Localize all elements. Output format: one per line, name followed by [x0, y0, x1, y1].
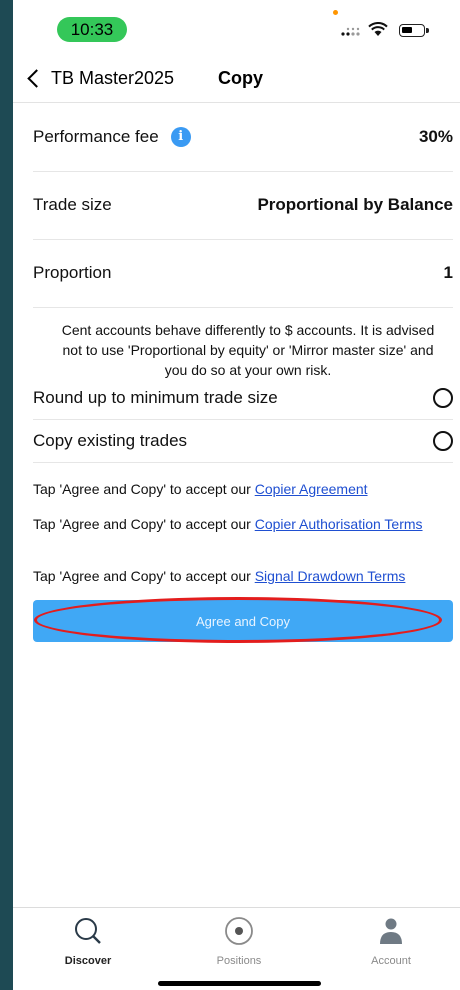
- terms-signal-drawdown: Tap 'Agree and Copy' to accept our Signa…: [33, 567, 458, 585]
- status-bar: 10:33: [13, 0, 460, 58]
- signal-drawdown-link[interactable]: Signal Drawdown Terms: [255, 568, 406, 584]
- tab-account[interactable]: Account: [346, 916, 436, 967]
- person-icon: [380, 918, 402, 944]
- wifi-icon: [368, 22, 388, 36]
- cellular-signal-icon: [341, 27, 360, 36]
- back-button[interactable]: TB Master2025: [26, 68, 174, 89]
- copy-existing-label: Copy existing trades: [33, 431, 188, 450]
- round-up-radio[interactable]: [433, 388, 453, 408]
- chevron-left-icon: [27, 69, 46, 88]
- trade-size-label: Trade size: [33, 195, 112, 214]
- performance-fee-value: 30%: [418, 127, 453, 146]
- trade-size-row[interactable]: Trade size Proportional by Balance: [33, 171, 453, 240]
- phone-screen: 10:33 TB Master2025 Copy Performance fee…: [13, 0, 460, 990]
- proportion-row[interactable]: Proportion 1: [33, 239, 453, 308]
- cent-account-warning: Cent accounts behave differently to $ ac…: [61, 322, 435, 378]
- tab-discover[interactable]: Discover: [43, 916, 133, 967]
- copier-agreement-link[interactable]: Copier Agreement: [255, 481, 368, 497]
- terms-prefix: Tap 'Agree and Copy' to accept our: [33, 481, 255, 497]
- status-time: 10:33: [57, 17, 127, 42]
- agree-and-copy-button[interactable]: Agree and Copy: [33, 600, 453, 642]
- tab-bar: Discover Positions Account: [13, 907, 460, 990]
- positions-icon: [225, 917, 253, 945]
- performance-fee-label: Performance fee: [33, 127, 159, 146]
- copy-existing-radio[interactable]: [433, 431, 453, 451]
- terms-prefix: Tap 'Agree and Copy' to accept our: [33, 568, 255, 584]
- tab-discover-label: Discover: [64, 955, 112, 967]
- home-indicator: [158, 981, 321, 986]
- privacy-indicator-dot: [333, 10, 338, 15]
- trade-size-value[interactable]: Proportional by Balance: [257, 195, 453, 215]
- copy-existing-row[interactable]: Copy existing trades: [33, 420, 453, 463]
- proportion-value[interactable]: 1: [444, 263, 453, 283]
- proportion-label: Proportion: [33, 263, 112, 282]
- page-title: Copy: [218, 68, 263, 88]
- terms-copier-authorisation: Tap 'Agree and Copy' to accept our Copie…: [33, 515, 458, 533]
- terms-prefix: Tap 'Agree and Copy' to accept our: [33, 516, 255, 532]
- round-up-row[interactable]: Round up to minimum trade size: [33, 377, 453, 420]
- tab-positions-label: Positions: [216, 955, 262, 967]
- tab-positions[interactable]: Positions: [194, 916, 284, 967]
- round-up-label: Round up to minimum trade size: [33, 388, 278, 407]
- back-label: TB Master2025: [51, 68, 175, 88]
- copier-authorisation-link[interactable]: Copier Authorisation Terms: [255, 516, 423, 532]
- navigation-bar: TB Master2025 Copy: [13, 58, 460, 103]
- info-icon[interactable]: i: [170, 127, 191, 147]
- terms-copier-agreement: Tap 'Agree and Copy' to accept our Copie…: [33, 480, 458, 498]
- performance-fee-row: Performance fee i 30%: [33, 103, 453, 172]
- battery-icon: [399, 24, 429, 37]
- search-icon: [75, 918, 101, 944]
- tab-account-label: Account: [371, 955, 411, 967]
